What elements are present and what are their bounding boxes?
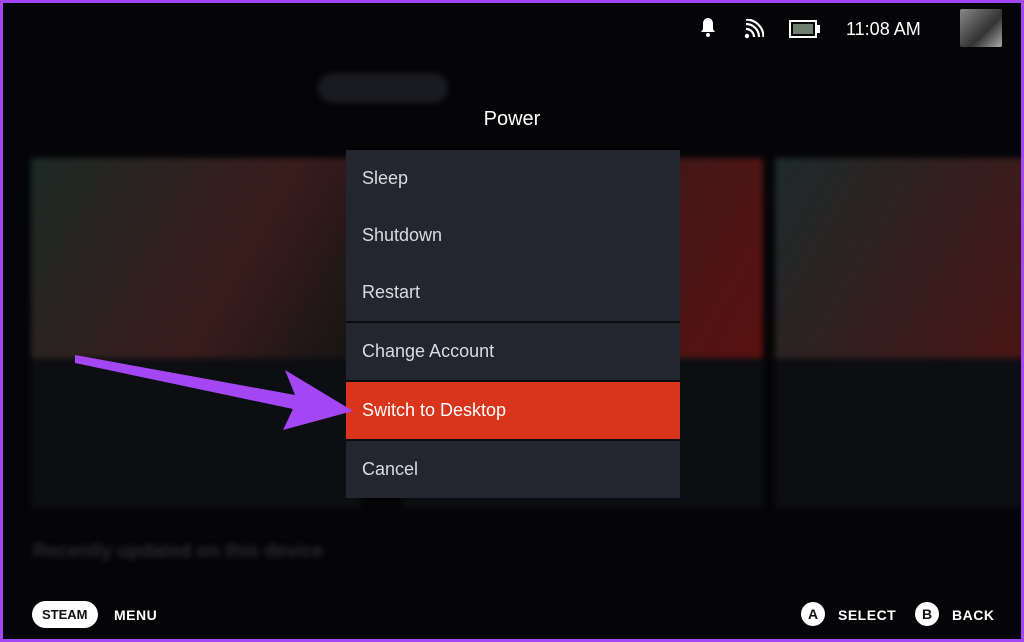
a-button-icon[interactable]: A [801, 602, 825, 626]
footer-hints: STEAM MENU A SELECT B BACK [3, 591, 1021, 639]
back-label: BACK [952, 607, 995, 623]
steam-button[interactable]: STEAM [32, 601, 98, 628]
steam-deck-screen: Recently updated on this device 11:08 AM… [3, 3, 1021, 639]
select-label: SELECT [838, 607, 897, 623]
b-button-icon[interactable]: B [915, 602, 939, 626]
annotation-arrow-icon [75, 355, 353, 430]
menu-label: MENU [114, 607, 158, 623]
